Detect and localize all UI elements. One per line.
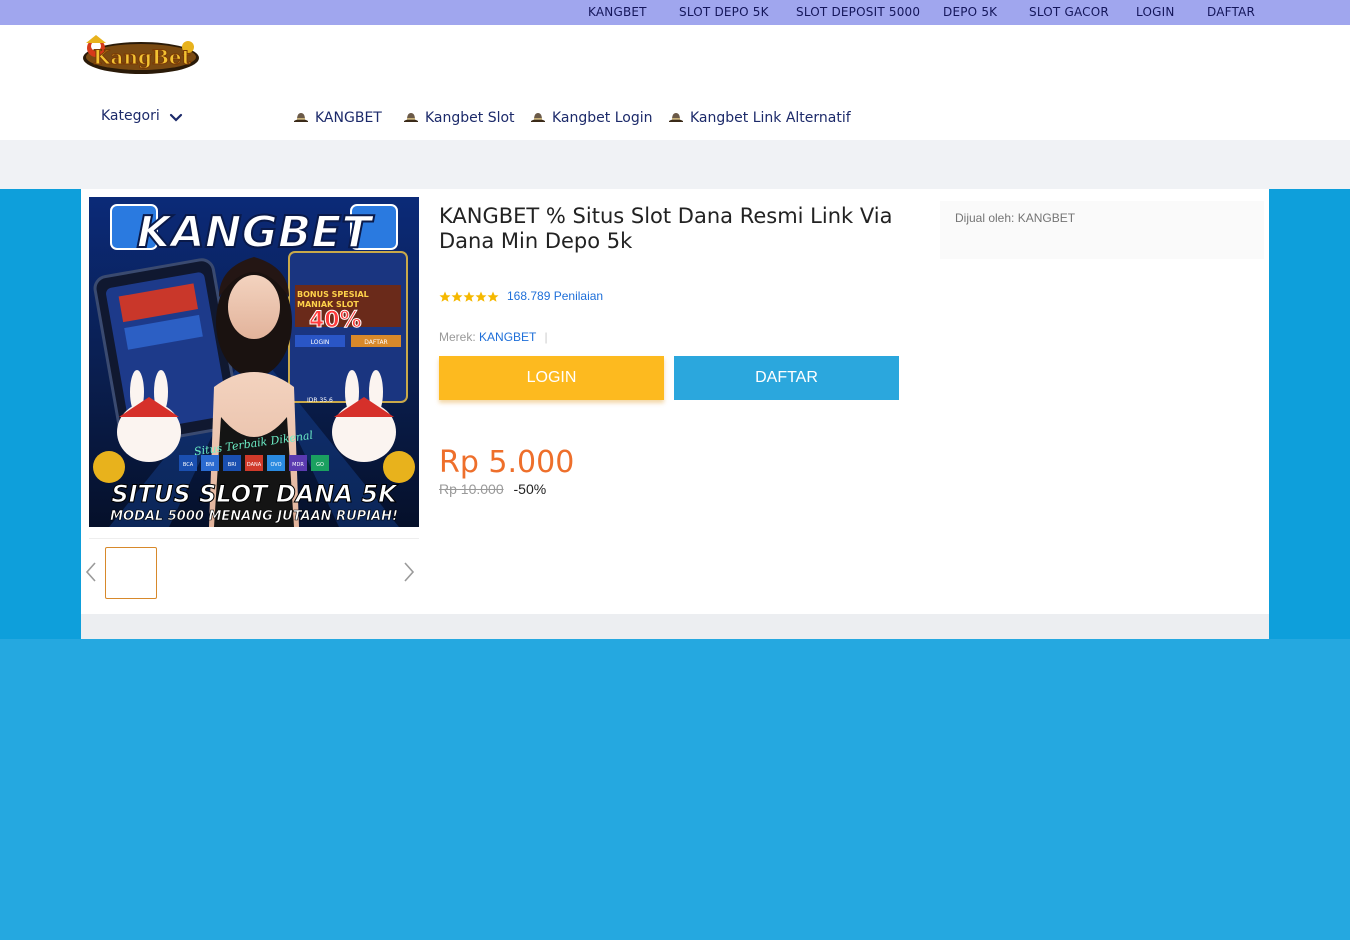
payment-bri: BRI [228, 462, 236, 468]
hat-icon [531, 113, 545, 122]
payment-go: GO [316, 462, 324, 468]
payment-mdr: MDR [292, 462, 304, 468]
site-header: KangBet Kategori KANGBET Kangbet Slot Ka… [0, 25, 1350, 140]
top-nav-daftar[interactable]: DAFTAR [1207, 0, 1255, 25]
payment-logos: BCA BNI BRI DANA OVO MDR GO [179, 455, 329, 471]
daftar-button[interactable]: DAFTAR [674, 356, 899, 400]
discount-badge: -50% [513, 481, 547, 497]
banner-headline: KANGBET [137, 207, 375, 258]
breadcrumb-band [0, 140, 1350, 189]
banner-bottom-line2: MODAL 5000 MENANG JUTAAN RUPIAH! [110, 509, 398, 524]
chevron-left-icon[interactable] [84, 561, 98, 583]
star-icon [451, 291, 463, 302]
top-nav-depo-5k[interactable]: DEPO 5K [943, 0, 997, 25]
hat-icon [669, 113, 683, 122]
menu-item-label: KANGBET [315, 110, 382, 126]
top-nav-slot-gacor[interactable]: SLOT GACOR [1029, 0, 1109, 25]
menu-item-kangbet[interactable]: KANGBET [293, 110, 382, 132]
payment-dana: DANA [247, 462, 262, 468]
menu-item-kangbet-link-alternatif[interactable]: Kangbet Link Alternatif [668, 110, 851, 132]
seller-info[interactable]: Dijual oleh: KANGBET [955, 211, 1075, 225]
brand-separator: | [544, 330, 548, 344]
banner-phone-login: LOGIN [311, 339, 330, 346]
payment-bca: BCA [183, 462, 194, 468]
site-logo[interactable]: KangBet [80, 33, 202, 79]
banner-bottom-line1: SITUS SLOT DANA 5K [111, 480, 399, 508]
payment-ovo: OVO [270, 462, 281, 468]
hat-icon [294, 113, 308, 122]
kategori-label[interactable]: Kategori [101, 108, 160, 124]
current-price: Rp 5.000 [439, 445, 575, 480]
chevron-down-icon[interactable] [169, 113, 183, 123]
rating-count-link[interactable]: 168.789 Penilaian [507, 289, 603, 303]
top-nav-slot-deposit-5000[interactable]: SLOT DEPOSIT 5000 [796, 0, 920, 25]
thumbnail-divider [89, 538, 419, 539]
hat-icon [404, 113, 418, 122]
star-icon [475, 291, 487, 302]
banner-promo-line1: BONUS SPESIAL [297, 290, 369, 299]
payment-bni: BNI [206, 462, 215, 468]
rating-stars [439, 291, 499, 302]
menu-item-kangbet-slot[interactable]: Kangbet Slot [403, 110, 515, 132]
original-price: Rp 10.000 [439, 481, 504, 497]
banner-phone-daftar: DAFTAR [364, 339, 387, 346]
star-icon [439, 291, 451, 302]
star-icon [463, 291, 475, 302]
menu-item-label: Kangbet Slot [425, 110, 515, 126]
banner-promo-value: 40% [309, 308, 362, 333]
login-button[interactable]: LOGIN [439, 356, 664, 400]
brand-link[interactable]: KANGBET [479, 330, 536, 344]
top-nav-bar: KANGBET SLOT DEPO 5K SLOT DEPOSIT 5000 D… [0, 0, 1350, 25]
logo-text: KangBet [93, 45, 191, 69]
thumbnail-selected[interactable] [105, 547, 157, 599]
chevron-right-icon[interactable] [402, 561, 416, 583]
seller-box: Dijual oleh: KANGBET [940, 201, 1264, 259]
top-nav-slot-depo-5k[interactable]: SLOT DEPO 5K [679, 0, 769, 25]
brand-row: Merek: KANGBET | [439, 330, 548, 344]
product-title: KANGBET % Situs Slot Dana Resmi Link Via… [439, 204, 893, 253]
top-nav-kangbet[interactable]: KANGBET [588, 0, 647, 25]
menu-item-label: Kangbet Login [552, 110, 653, 126]
brand-label: Merek: [439, 330, 476, 344]
product-banner-image[interactable]: LOGIN DAFTAR BONUS SPESIAL MANIAK SLOT 4… [89, 197, 419, 527]
top-nav-login[interactable]: LOGIN [1136, 0, 1175, 25]
product-card: LOGIN DAFTAR BONUS SPESIAL MANIAK SLOT 4… [81, 189, 1269, 614]
menu-item-kangbet-login[interactable]: Kangbet Login [530, 110, 652, 132]
old-price-row: Rp 10.000 -50% [439, 481, 546, 497]
menu-item-label: Kangbet Link Alternatif [690, 110, 851, 126]
star-icon [487, 291, 499, 302]
card-footer-strip [81, 614, 1269, 639]
banner-phone-balance: IDR 35.6 [307, 397, 333, 404]
